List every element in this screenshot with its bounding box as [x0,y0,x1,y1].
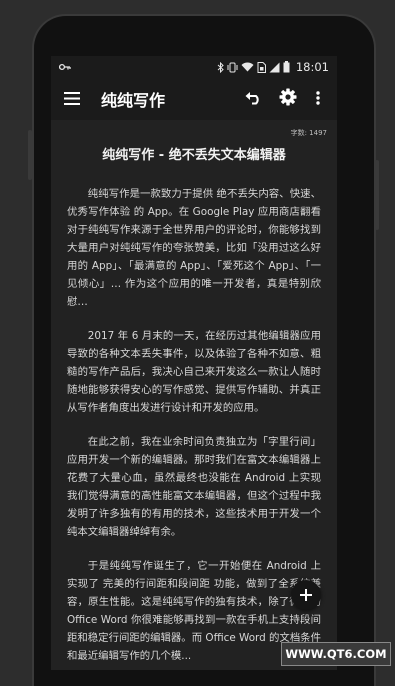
status-bar: 18:01 [51,56,337,78]
more-vert-icon [316,90,320,109]
app-screen: 18:01 纯纯写作 [51,56,337,670]
document-paragraph[interactable]: 纯纯写作是一款致力于提供 绝不丢失内容、快速、优秀写作体验 的 App。在 Go… [67,185,321,311]
wifi-icon [241,62,254,72]
more-options-button[interactable] [305,82,331,116]
settings-button[interactable] [271,82,305,116]
menu-button[interactable] [61,82,83,116]
site-watermark: WWW.QT6.COM [281,642,391,666]
settings-icon [279,88,297,110]
undo-button[interactable] [237,82,271,116]
document-title[interactable]: 纯纯写作 - 绝不丢失文本编辑器 [67,144,321,163]
vibrate-icon [227,62,238,73]
word-count: 字数: 1497 [67,128,327,138]
document-paragraph[interactable]: 2017 年 6 月末的一天，在经历过其他编辑器应用导致的各种文本丢失事件，以及… [67,327,321,417]
document-paragraph[interactable]: 在此之前，我在业余时间负责独立为「字里行间」应用开发一个新的编辑器。那时我们在富… [67,433,321,541]
add-button[interactable] [291,580,321,610]
battery-icon [283,61,290,73]
status-time: 18:01 [296,60,329,74]
key-icon [59,63,71,71]
signal-icon [269,62,280,73]
sim-icon [257,62,266,73]
plus-icon [300,586,312,605]
phone-side-button [375,160,379,230]
undo-icon [245,90,263,109]
app-bar: 纯纯写作 [51,78,337,120]
bluetooth-icon [217,62,224,73]
menu-icon [64,90,80,109]
app-title: 纯纯写作 [101,87,237,111]
phone-side-button [28,130,32,180]
